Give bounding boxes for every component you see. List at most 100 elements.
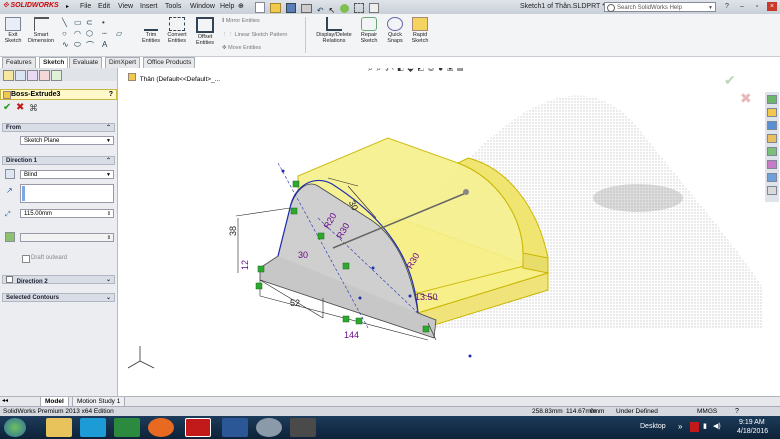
slot-icon[interactable]: ⊂ bbox=[86, 18, 93, 27]
property-manager-icon[interactable] bbox=[15, 70, 26, 81]
from-dropdown[interactable]: Sketch Plane ▼ bbox=[20, 136, 114, 145]
configuration-manager-icon[interactable] bbox=[27, 70, 38, 81]
close-button[interactable]: × bbox=[767, 2, 777, 11]
repair-sketch-button[interactable]: Repair Sketch bbox=[358, 15, 380, 44]
clock-time[interactable]: 9:19 AM bbox=[739, 419, 765, 426]
circle-icon[interactable]: ○ bbox=[62, 29, 67, 38]
section-direction2[interactable]: Direction 2 ⌄ bbox=[2, 275, 115, 285]
spin-icon[interactable]: ⇕ bbox=[107, 234, 111, 242]
plane-icon[interactable]: ▱ bbox=[116, 29, 122, 38]
tab-dimxpert[interactable]: DimXpert bbox=[105, 57, 141, 68]
help-button[interactable]: ? bbox=[722, 2, 732, 11]
appearances-icon[interactable] bbox=[767, 147, 777, 156]
draft-outward-checkbox[interactable] bbox=[22, 255, 30, 263]
scroll-left-icon[interactable]: ◂◂ bbox=[2, 397, 8, 404]
point-icon[interactable]: • bbox=[102, 18, 105, 27]
display-delete-relations-button[interactable]: Display/Delete Relations bbox=[314, 15, 354, 44]
design-library-icon[interactable] bbox=[767, 108, 777, 117]
depth-input[interactable]: 115.00mm ⇕ bbox=[20, 209, 114, 218]
arc-icon[interactable]: ◠ bbox=[74, 29, 81, 38]
section-from[interactable]: From ⌃ bbox=[2, 123, 115, 132]
print-icon[interactable] bbox=[300, 4, 312, 13]
menu-help[interactable]: Help bbox=[220, 3, 234, 10]
network-icon[interactable]: ▮ bbox=[703, 422, 707, 430]
custom-properties-icon[interactable] bbox=[767, 160, 777, 169]
volume-icon[interactable]: ◀) bbox=[713, 422, 721, 430]
firefox-app[interactable] bbox=[148, 418, 174, 437]
linear-pattern-button[interactable]: ⋮⋮ Linear Sketch Pattern bbox=[222, 32, 287, 38]
rebuild-icon[interactable] bbox=[340, 4, 350, 13]
tab-features[interactable]: Features bbox=[2, 57, 36, 68]
polygon-icon[interactable]: ⬡ bbox=[86, 29, 93, 38]
convert-entities-button[interactable]: Convert Entities bbox=[164, 15, 190, 44]
rapid-sketch-button[interactable]: Rapid Sketch bbox=[408, 15, 432, 44]
pin-icon[interactable]: ⊕ bbox=[238, 2, 244, 10]
menu-tools[interactable]: Tools bbox=[165, 3, 181, 10]
solidworks-logo[interactable]: ⟐ SOLIDWORKS bbox=[3, 2, 59, 12]
move-entities-button[interactable]: ✥ Move Entities bbox=[222, 45, 261, 51]
restore-button[interactable]: ▫ bbox=[752, 2, 762, 11]
dimxpert-manager-icon[interactable] bbox=[39, 70, 50, 81]
search-dropdown-icon[interactable]: ▼ bbox=[708, 3, 713, 13]
menu-file[interactable]: File bbox=[80, 3, 91, 10]
draft-angle-input[interactable]: ⇕ bbox=[20, 233, 114, 242]
tab-office-products[interactable]: Office Products bbox=[143, 57, 196, 68]
section-selected-contours[interactable]: Selected Contours ⌄ bbox=[2, 293, 115, 302]
menu-insert[interactable]: Insert bbox=[140, 3, 158, 10]
minimize-button[interactable]: – bbox=[737, 2, 747, 11]
offset-entities-button[interactable]: Offset Entities bbox=[192, 15, 218, 46]
line-icon[interactable]: ╲ bbox=[62, 18, 67, 27]
solidworks-resources-icon[interactable] bbox=[767, 95, 777, 104]
clock-date[interactable]: 4/18/2016 bbox=[737, 428, 768, 435]
menu-view[interactable]: View bbox=[118, 3, 133, 10]
direction-vector-field[interactable] bbox=[20, 184, 114, 203]
forum-icon[interactable] bbox=[767, 186, 777, 195]
trim-entities-button[interactable]: Trim Entities bbox=[138, 15, 164, 44]
file-properties-icon[interactable] bbox=[369, 3, 380, 13]
search-input[interactable]: Search SolidWorks Help ▼ bbox=[604, 2, 716, 12]
cancel-button[interactable]: ✖ bbox=[16, 102, 24, 114]
mirror-entities-button[interactable]: ⫴ Mirror Entities bbox=[222, 18, 260, 25]
options-icon[interactable] bbox=[354, 3, 365, 13]
start-button[interactable] bbox=[4, 418, 26, 437]
desktop-toolbar-label[interactable]: Desktop bbox=[640, 423, 666, 430]
detailed-preview-icon[interactable]: ⌘ bbox=[29, 102, 38, 114]
draft-icon[interactable] bbox=[5, 232, 15, 242]
menu-edit[interactable]: Edit bbox=[98, 3, 110, 10]
centerline-icon[interactable]: ┄ bbox=[102, 29, 107, 38]
exit-sketch-button[interactable]: Exit Sketch bbox=[2, 15, 24, 44]
text-icon[interactable]: A bbox=[102, 40, 107, 49]
media-app[interactable] bbox=[290, 418, 316, 437]
view-palette-icon[interactable] bbox=[767, 134, 777, 143]
graphics-area[interactable]: Thân (Default<<Default>_... ⌕⌕↶◧⬙◩◎●▣▤ ✔… bbox=[118, 68, 763, 406]
feature-manager-icon[interactable] bbox=[3, 70, 14, 81]
tab-sketch[interactable]: Sketch bbox=[39, 57, 69, 68]
word-app[interactable] bbox=[222, 418, 248, 437]
fillet-icon[interactable]: ⌒ bbox=[86, 40, 94, 51]
ok-button[interactable]: ✔ bbox=[3, 102, 11, 114]
rectangle-icon[interactable]: ▭ bbox=[74, 18, 82, 27]
end-condition-dropdown[interactable]: Blind ▼ bbox=[20, 170, 114, 179]
save-icon[interactable] bbox=[285, 3, 296, 13]
3d-content-central-icon[interactable] bbox=[767, 173, 777, 182]
droid-app[interactable] bbox=[114, 418, 140, 437]
section-direction1[interactable]: Direction 1 ⌃ bbox=[2, 156, 115, 165]
spin-icon[interactable]: ⇕ bbox=[107, 210, 111, 218]
tab-evaluate[interactable]: Evaluate bbox=[69, 57, 103, 68]
file-explorer-icon[interactable] bbox=[767, 121, 777, 130]
file-explorer-app[interactable] bbox=[46, 418, 72, 437]
ie-app[interactable] bbox=[80, 418, 106, 437]
new-document-icon[interactable] bbox=[255, 2, 265, 13]
menu-window[interactable]: Window bbox=[190, 3, 215, 10]
menu-arrow-icon[interactable]: ▸ bbox=[66, 3, 69, 10]
display-manager-icon[interactable] bbox=[51, 70, 62, 81]
smart-dimension-button[interactable]: Smart Dimension bbox=[26, 15, 56, 44]
antivirus-icon[interactable] bbox=[690, 422, 699, 432]
quick-snaps-button[interactable]: Quick Snaps bbox=[384, 15, 406, 44]
utility-app[interactable] bbox=[256, 418, 282, 437]
spline-icon[interactable]: ∿ bbox=[62, 40, 69, 49]
help-icon[interactable]: ? bbox=[109, 90, 113, 99]
solidworks-app[interactable] bbox=[185, 418, 211, 437]
open-icon[interactable] bbox=[269, 3, 281, 13]
tray-overflow-icon[interactable]: » bbox=[678, 422, 682, 431]
